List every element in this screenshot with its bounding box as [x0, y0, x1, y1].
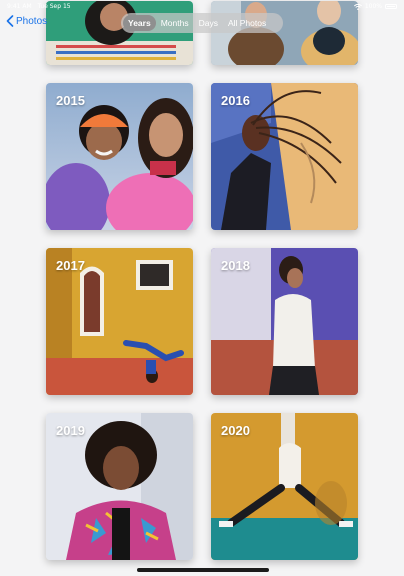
- back-button[interactable]: Photos: [6, 15, 47, 27]
- year-label: 2017: [56, 258, 85, 273]
- back-label: Photos: [16, 15, 48, 27]
- year-card-2018[interactable]: 2018: [211, 248, 358, 395]
- view-segmented-control: Years Months Days All Photos: [121, 13, 283, 33]
- home-indicator: [137, 568, 269, 572]
- segment-all-photos[interactable]: All Photos: [223, 15, 271, 31]
- status-time: 9:41 AM: [7, 3, 32, 10]
- year-card-2020[interactable]: 2020: [211, 413, 358, 560]
- year-label: 2019: [56, 423, 85, 438]
- year-label: 2020: [221, 423, 250, 438]
- segment-months[interactable]: Months: [156, 15, 194, 31]
- status-bar: 9:41 AM Tue Sep 15 100%: [0, 0, 404, 12]
- segment-years[interactable]: Years: [123, 15, 156, 31]
- year-card-2017[interactable]: 2017: [46, 248, 193, 395]
- segment-days[interactable]: Days: [194, 15, 223, 31]
- year-label: 2016: [221, 93, 250, 108]
- year-label: 2018: [221, 258, 250, 273]
- status-left: 9:41 AM Tue Sep 15: [7, 3, 75, 10]
- year-card-2019[interactable]: 2019: [46, 413, 193, 560]
- battery-icon: [385, 4, 397, 9]
- wifi-icon: [353, 3, 362, 10]
- chevron-left-icon: [6, 15, 14, 27]
- year-label: 2015: [56, 93, 85, 108]
- year-card-2015[interactable]: 2015: [46, 83, 193, 230]
- status-date: Tue Sep 15: [37, 3, 71, 10]
- battery-percent: 100%: [364, 3, 382, 10]
- year-card-2016[interactable]: 2016: [211, 83, 358, 230]
- status-right: 100%: [353, 3, 397, 10]
